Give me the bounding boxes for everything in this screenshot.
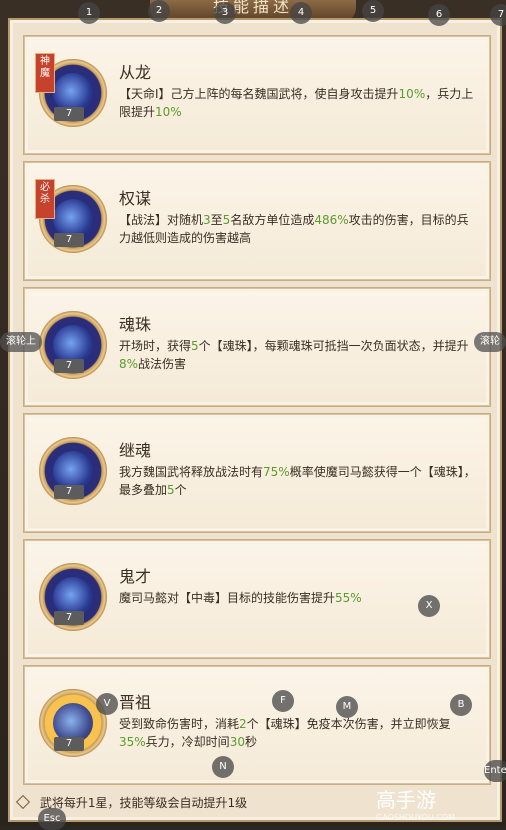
skill-level: 7 [54, 107, 84, 121]
skill-level: 7 [54, 485, 84, 499]
key-hint-6[interactable]: 6 [428, 4, 450, 26]
watermark-logo: 高手游 GAOSHOUYOU.COM [376, 784, 496, 822]
key-hint-enter[interactable]: Enter [484, 760, 506, 782]
scroll-up-button[interactable]: 滚轮上 [0, 332, 42, 352]
logo-subtext: GAOSHOUYOU.COM [376, 813, 456, 822]
skill-description: 【天命Ⅰ】己方上阵的每名魏国武将，使自身攻击提升10%，兵力上限提升10% [119, 87, 474, 119]
diamond-icon [15, 794, 31, 810]
skill-badge: 神 魔 [35, 53, 55, 93]
skill-name: 权谋 [119, 189, 152, 208]
key-hint-x[interactable]: X [418, 595, 440, 617]
logo-text: 高手游 [376, 788, 436, 812]
key-hint-m[interactable]: M [336, 696, 358, 718]
skill-name: 继魂 [119, 441, 152, 460]
skill-level: 7 [54, 737, 84, 751]
key-hint-v[interactable]: V [96, 693, 118, 715]
skill-card[interactable]: 7 晋祖 受到致命伤害时，消耗2个【魂珠】免疫本次伤害，并立即恢复35%兵力，冷… [24, 666, 490, 784]
skill-name: 鬼才 [119, 567, 152, 586]
footer-text: 武将每升1星，技能等级会自动提升1级 [39, 796, 248, 810]
skill-card[interactable]: 7 继魂 我方魏国武将释放战法时有75%概率使魔司马懿获得一个【魂珠】，最多叠加… [24, 414, 490, 532]
skill-description: 【战法】对随机3至5名敌方单位造成486%攻击的伤害，目标的兵力越低则造成的伤害… [119, 213, 469, 245]
key-hint-f[interactable]: F [272, 690, 294, 712]
key-hint-1[interactable]: 1 [78, 2, 100, 24]
key-hint-esc[interactable]: Esc [38, 808, 66, 830]
key-hint-5[interactable]: 5 [362, 0, 384, 22]
key-hint-b[interactable]: B [450, 694, 472, 716]
skill-description: 开场时，获得5个【魂珠】，每颗魂珠可抵挡一次负面状态，并提升8%战法伤害 [119, 339, 469, 371]
skill-card[interactable]: 7 魂珠 开场时，获得5个【魂珠】，每颗魂珠可抵挡一次负面状态，并提升8%战法伤… [24, 288, 490, 406]
skill-card[interactable]: 必 杀 7 权谋 【战法】对随机3至5名敌方单位造成486%攻击的伤害，目标的兵… [24, 162, 490, 280]
key-hint-4[interactable]: 4 [290, 2, 312, 24]
key-hint-n[interactable]: N [212, 756, 234, 778]
skill-card[interactable]: 神 魔 7 从龙 【天命Ⅰ】己方上阵的每名魏国武将，使自身攻击提升10%，兵力上… [24, 36, 490, 154]
key-hint-2[interactable]: 2 [148, 0, 170, 22]
key-hint-3[interactable]: 3 [214, 2, 236, 24]
skill-name: 魂珠 [119, 315, 152, 334]
skill-name: 从龙 [119, 63, 152, 82]
skill-name: 晋祖 [119, 693, 152, 712]
skill-description: 受到致命伤害时，消耗2个【魂珠】免疫本次伤害，并立即恢复35%兵力，冷却时间30… [119, 717, 451, 749]
skill-level: 7 [54, 233, 84, 247]
key-hint-7[interactable]: 7 [490, 4, 506, 26]
skill-level: 7 [54, 611, 84, 625]
game-window: 技能描述 神 魔 7 从龙 【天命Ⅰ】己方上阵的每名魏国武将，使自身攻击提升10… [0, 0, 506, 830]
skill-level: 7 [54, 359, 84, 373]
skill-description: 我方魏国武将释放战法时有75%概率使魔司马懿获得一个【魂珠】，最多叠加5个 [119, 465, 476, 497]
skill-badge: 必 杀 [35, 179, 55, 219]
scroll-button[interactable]: 滚轮 [474, 332, 506, 352]
